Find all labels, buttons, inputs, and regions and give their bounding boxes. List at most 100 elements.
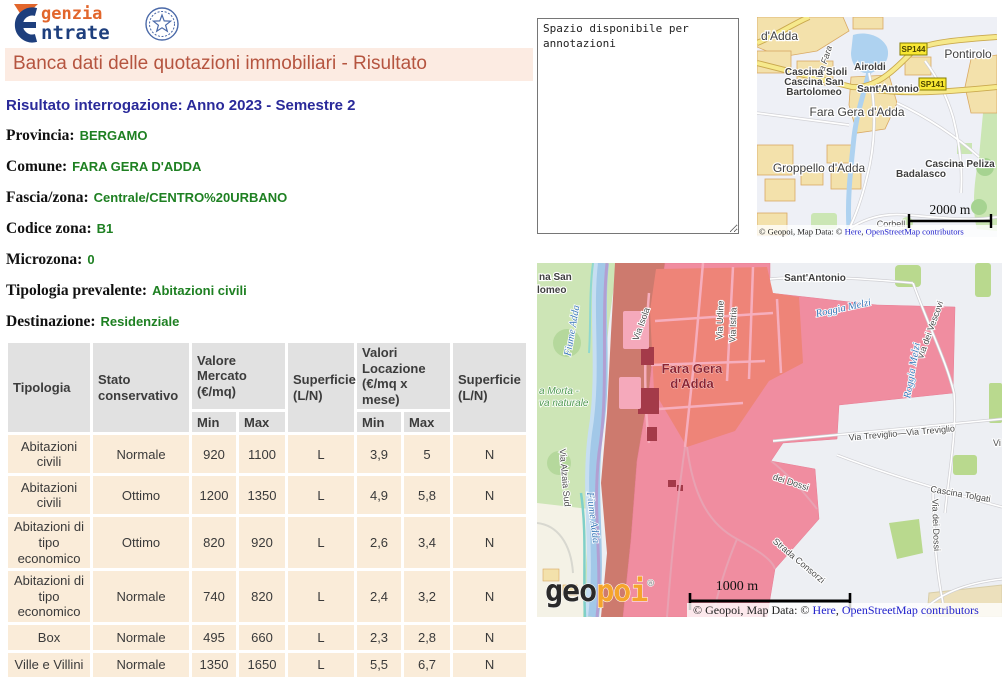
field-label: Destinazione: — [6, 313, 96, 330]
table-cell: 820 — [192, 517, 236, 568]
field-value: FARA GERA D'ADDA — [67, 159, 201, 174]
logo-text-ntrate: ntrate — [41, 22, 110, 44]
table-cell: 920 — [239, 517, 285, 568]
table-row: BoxNormale495660L2,32,8N — [8, 625, 526, 650]
table-cell: 3,2 — [404, 571, 450, 622]
logo-text-genzia: genzia — [41, 4, 102, 24]
result-fields: Provincia:BERGAMO Comune:FARA GERA D'ADD… — [5, 127, 533, 331]
table-cell: 1650 — [239, 653, 285, 677]
field-label: Provincia: — [6, 127, 75, 144]
table-cell: Ottimo — [93, 517, 189, 568]
zone-map[interactable]: na San lomeo Fiume Adda a Morta - va nat… — [537, 263, 1002, 617]
svg-text:Via Istria: Via Istria — [727, 307, 738, 342]
table-row: Abitazioni civiliOttimo12001350L4,95,8N — [8, 476, 526, 514]
field-value: BERGAMO — [75, 128, 148, 143]
table-cell: 5,5 — [357, 653, 401, 677]
sp144-badge: SP144 — [901, 45, 926, 54]
annotations-textarea[interactable]: Spazio disponibile per annotazioni — [537, 18, 739, 234]
field-label: Fascia/zona: — [6, 189, 89, 206]
table-row: Abitazioni di tipo economicoNormale74082… — [8, 571, 526, 622]
table-cell: Normale — [93, 625, 189, 650]
field-value: Residenziale — [96, 314, 180, 329]
col-header-stato: Stato conservativo — [93, 343, 189, 432]
field-fascia-zona: Fascia/zona:Centrale/CENTRO%20URBANO — [6, 189, 533, 207]
table-cell: N — [453, 476, 526, 514]
quotazioni-table: Tipologia Stato conservativo Valore Merc… — [5, 340, 529, 680]
table-cell: L — [288, 625, 354, 650]
svg-text:Via dei Dossi: Via dei Dossi — [930, 499, 942, 552]
col-header-valore-mercato: Valore Mercato (€/mq) — [192, 343, 285, 409]
table-cell: 1200 — [192, 476, 236, 514]
table-cell: L — [288, 517, 354, 568]
svg-text:Badalasco: Badalasco — [896, 169, 946, 180]
italy-emblem-icon — [146, 8, 178, 40]
svg-text:Fara Gera d'Adda: Fara Gera d'Adda — [809, 105, 904, 119]
table-row: Ville e VilliniNormale13501650L5,56,7N — [8, 653, 526, 677]
table-row: Abitazioni civiliNormale9201100L3,95N — [8, 435, 526, 473]
geopoi-logo: geopoi® — [545, 574, 654, 609]
table-cell: 660 — [239, 625, 285, 650]
col-header-superficie-2: Superficie (L/N) — [453, 343, 526, 432]
field-tipologia-prevalente: Tipologia prevalente:Abitazioni civili — [6, 282, 533, 300]
svg-text:Airoldi: Airoldi — [854, 62, 886, 73]
table-cell: 495 — [192, 625, 236, 650]
svg-text:Vi: Vi — [993, 438, 1001, 448]
svg-text:va naturale: va naturale — [539, 398, 589, 409]
table-cell: Ottimo — [93, 476, 189, 514]
svg-text:Groppello d'Adda: Groppello d'Adda — [773, 161, 866, 175]
overview-map[interactable]: SP144 SP141 d'Adda Via Fara Airoldi Pont… — [757, 17, 997, 237]
field-provincia: Provincia:BERGAMO — [6, 127, 533, 145]
svg-text:d'Adda: d'Adda — [761, 29, 798, 43]
svg-text:1000 m: 1000 m — [716, 579, 759, 594]
table-cell: L — [288, 435, 354, 473]
attribution-here-link[interactable]: Here — [813, 603, 836, 617]
table-cell: 5,8 — [404, 476, 450, 514]
field-label: Codice zona: — [6, 220, 92, 237]
field-value: Centrale/CENTRO%20URBANO — [89, 190, 288, 205]
table-cell: L — [288, 653, 354, 677]
field-value: B1 — [92, 221, 114, 236]
table-cell: Normale — [93, 653, 189, 677]
results-panel: genzia ntrate Banca dati delle quotazion… — [5, 3, 533, 680]
table-cell: Abitazioni di tipo economico — [8, 517, 90, 568]
svg-text:Bartolomeo: Bartolomeo — [786, 87, 842, 98]
map-attribution-bar: geo © Geopoi, Map Data: © Here, OpenStre… — [757, 225, 997, 237]
page-title: Banca dati delle quotazioni immobiliari … — [5, 48, 533, 81]
field-destinazione: Destinazione:Residenziale — [6, 313, 533, 331]
page: { "page": { "title": "Banca dati delle q… — [0, 0, 1002, 640]
field-label: Microzona: — [6, 251, 82, 268]
field-value: Abitazioni civili — [147, 283, 247, 298]
table-cell: N — [453, 517, 526, 568]
svg-text:Pontirolo: Pontirolo — [944, 47, 992, 61]
table-header-row: Tipologia Stato conservativo Valore Merc… — [8, 343, 526, 409]
agenzia-entrate-monogram-icon — [14, 4, 38, 39]
table-cell: N — [453, 653, 526, 677]
table-cell: 920 — [192, 435, 236, 473]
table-cell: 2,8 — [404, 625, 450, 650]
table-cell: 5 — [404, 435, 450, 473]
field-label: Tipologia prevalente: — [6, 282, 147, 299]
attribution-osm-link[interactable]: OpenStreetMap contributors — [866, 227, 965, 237]
table-cell: Box — [8, 625, 90, 650]
field-microzona: Microzona:0 — [6, 251, 533, 269]
sp141-badge: SP141 — [920, 80, 945, 89]
table-cell: Ville e Villini — [8, 653, 90, 677]
col-header-min-mercato: Min — [192, 412, 236, 432]
attribution-osm-link[interactable]: OpenStreetMap contributors — [842, 603, 979, 617]
col-header-min-locazione: Min — [357, 412, 401, 432]
col-header-tipologia: Tipologia — [8, 343, 90, 432]
table-cell: N — [453, 435, 526, 473]
field-label: Comune: — [6, 158, 67, 175]
field-codice-zona: Codice zona:B1 — [6, 220, 533, 238]
table-cell: Normale — [93, 435, 189, 473]
svg-text:Fara Gera: Fara Gera — [662, 361, 723, 376]
table-cell: 2,4 — [357, 571, 401, 622]
svg-text:Sant'Antonio: Sant'Antonio — [857, 84, 919, 95]
attribution-prefix: © Geopoi, Map Data: © — [759, 227, 845, 237]
col-header-superficie-1: Superficie (L/N) — [288, 343, 354, 432]
table-cell: Abitazioni civili — [8, 435, 90, 473]
table-cell: Normale — [93, 571, 189, 622]
result-heading: Risultato interrogazione: Anno 2023 - Se… — [6, 97, 533, 114]
svg-text:© Geopoi, Map Data: © Here, Op: © Geopoi, Map Data: © Here, OpenStreetMa… — [759, 227, 964, 237]
attribution-here-link[interactable]: Here — [845, 227, 862, 237]
